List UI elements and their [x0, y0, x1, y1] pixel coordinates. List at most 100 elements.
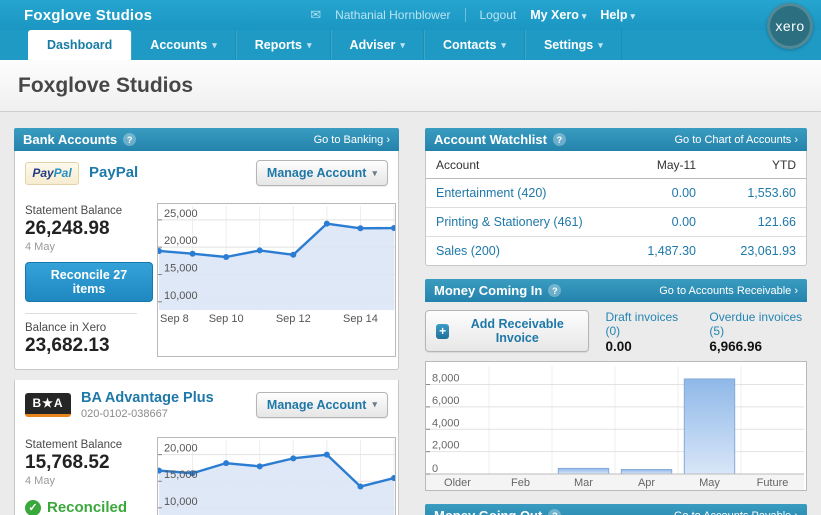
- svg-text:Sep 10: Sep 10: [209, 313, 244, 325]
- watchlist-ytd-value[interactable]: 1,553.60: [706, 179, 806, 208]
- svg-text:25,000: 25,000: [164, 208, 198, 220]
- svg-text:8,000: 8,000: [432, 373, 460, 385]
- bank-accounts-title: Bank Accounts: [23, 132, 117, 147]
- svg-text:May: May: [699, 477, 720, 489]
- reconciled-label: Reconciled: [47, 499, 127, 515]
- table-row: Sales (200) 1,487.30 23,061.93: [426, 237, 806, 266]
- watchlist-may-value[interactable]: 0.00: [611, 179, 706, 208]
- divider: [25, 313, 137, 314]
- table-row: Entertainment (420) 0.00 1,553.60: [426, 179, 806, 208]
- bank-accounts-panel-header: Bank Accounts ? Go to Banking ›: [14, 128, 399, 151]
- svg-text:Mar: Mar: [574, 477, 593, 489]
- go-to-accounts-receivable-link[interactable]: Go to Accounts Receivable ›: [659, 285, 798, 297]
- svg-text:Sep 14: Sep 14: [343, 313, 378, 325]
- paypal-account-link[interactable]: PayPal: [89, 164, 138, 181]
- svg-text:20,000: 20,000: [164, 235, 198, 247]
- manage-account-button[interactable]: Manage Account▾: [256, 160, 388, 186]
- paypal-card-body: Statement Balance 26,248.98 4 May Reconc…: [15, 195, 398, 369]
- svg-text:Older: Older: [444, 477, 471, 489]
- watchlist-account-link[interactable]: Entertainment (420): [426, 179, 611, 208]
- overdue-invoices-value: 6,966.96: [709, 339, 807, 354]
- overdue-invoices-stat: Overdue invoices (5) 6,966.96: [709, 310, 807, 354]
- watchlist-ytd-value[interactable]: 23,061.93: [706, 237, 806, 266]
- page-title: Foxglove Studios: [18, 74, 193, 98]
- tab-dashboard[interactable]: Dashboard: [28, 30, 131, 60]
- top-bar: Foxglove Studios ✉ Nathanial Hornblower …: [0, 0, 821, 30]
- svg-text:20,000: 20,000: [164, 443, 198, 455]
- money-coming-in-chart-svg: 02,0004,0006,0008,000OlderFebMarAprMayFu…: [426, 362, 804, 490]
- right-column: Account Watchlist ? Go to Chart of Accou…: [425, 128, 807, 515]
- svg-text:15,000: 15,000: [164, 469, 198, 481]
- watchlist-header-row: Account May-11 YTD: [426, 151, 806, 179]
- main-nav: Dashboard Accounts▾ Reports▾ Adviser▾ Co…: [0, 30, 821, 60]
- ba-account-link[interactable]: BA Advantage Plus: [81, 390, 214, 406]
- add-receivable-invoice-button[interactable]: + Add Receivable Invoice: [425, 310, 589, 352]
- help-menu[interactable]: Help▾: [600, 8, 635, 22]
- watchlist-may-value[interactable]: 1,487.30: [611, 237, 706, 266]
- reconciled-status: ✓ Reconciled: [25, 499, 153, 515]
- overdue-invoices-link[interactable]: Overdue invoices (5): [709, 310, 807, 338]
- reconcile-items-button[interactable]: Reconcile 27 items: [25, 262, 153, 302]
- money-coming-in-title: Money Coming In: [434, 283, 542, 298]
- svg-text:Sep 8: Sep 8: [160, 313, 189, 325]
- manage-account-button[interactable]: Manage Account▾: [256, 392, 388, 418]
- plus-icon: +: [436, 324, 449, 339]
- check-icon: ✓: [25, 500, 41, 515]
- chevron-down-icon: ▾: [212, 40, 217, 51]
- ba-account-card: B★A BA Advantage Plus 020-0102-038667 Ma…: [14, 380, 399, 515]
- watchlist-account-link[interactable]: Printing & Stationery (461): [426, 208, 611, 237]
- money-coming-in-chart: 02,0004,0006,0008,000OlderFebMarAprMayFu…: [425, 361, 807, 491]
- draft-invoices-value: 0.00: [605, 339, 685, 354]
- top-bar-right: ✉ Nathanial Hornblower Logout My Xero▾ H…: [310, 7, 805, 23]
- money-going-out-title: Money Going Out: [434, 508, 542, 515]
- chevron-down-icon: ▾: [501, 40, 506, 51]
- chevron-down-icon: ▾: [598, 40, 603, 51]
- go-to-accounts-payable-link[interactable]: Go to Accounts Payable ›: [674, 510, 798, 515]
- svg-text:10,000: 10,000: [164, 290, 198, 302]
- watchlist-may-value[interactable]: 0.00: [611, 208, 706, 237]
- ba-bank-logo: B★A: [25, 393, 71, 417]
- draft-invoices-link[interactable]: Draft invoices (0): [605, 310, 685, 338]
- go-to-chart-of-accounts-link[interactable]: Go to Chart of Accounts ›: [674, 134, 798, 146]
- account-watchlist-table: Account May-11 YTD Entertainment (420) 0…: [426, 151, 806, 265]
- help-icon[interactable]: ?: [553, 133, 566, 146]
- svg-text:0: 0: [432, 463, 438, 475]
- help-icon[interactable]: ?: [548, 284, 561, 297]
- logout-link[interactable]: Logout: [480, 8, 517, 22]
- svg-text:Sep 12: Sep 12: [276, 313, 311, 325]
- svg-text:Future: Future: [757, 477, 789, 489]
- envelope-icon[interactable]: ✉: [310, 7, 321, 23]
- account-watchlist-title: Account Watchlist: [434, 132, 547, 147]
- help-icon[interactable]: ?: [123, 133, 136, 146]
- go-to-banking-link[interactable]: Go to Banking ›: [314, 134, 390, 146]
- statement-balance-date: 4 May: [25, 475, 153, 487]
- xero-logo[interactable]: xero: [767, 3, 813, 49]
- ba-card-top: B★A BA Advantage Plus 020-0102-038667 Ma…: [15, 380, 398, 429]
- svg-text:Apr: Apr: [638, 477, 655, 489]
- col-account: Account: [426, 151, 611, 179]
- ba-balance-chart: 5,00010,00015,00020,000Sep 8Sep 10Sep 12…: [157, 437, 396, 515]
- col-may: May-11: [611, 151, 706, 179]
- ba-account-number: 020-0102-038667: [81, 408, 214, 420]
- balance-in-xero-value: 23,682.13: [25, 335, 153, 357]
- ba-stats: Statement Balance 15,768.52 4 May ✓ Reco…: [25, 437, 153, 515]
- my-xero-menu[interactable]: My Xero▾: [530, 8, 586, 22]
- tab-accounts[interactable]: Accounts▾: [131, 30, 235, 60]
- account-watchlist-panel-header: Account Watchlist ? Go to Chart of Accou…: [425, 128, 807, 151]
- watchlist-account-link[interactable]: Sales (200): [426, 237, 611, 266]
- svg-text:2,000: 2,000: [432, 440, 460, 452]
- tab-settings[interactable]: Settings▾: [525, 30, 622, 60]
- watchlist-ytd-value[interactable]: 121.66: [706, 208, 806, 237]
- user-name-link[interactable]: Nathanial Hornblower: [335, 8, 450, 22]
- draft-invoices-stat: Draft invoices (0) 0.00: [605, 310, 685, 354]
- receivable-invoice-row: + Add Receivable Invoice Draft invoices …: [425, 310, 807, 354]
- paypal-card-top: PayPal PayPal Manage Account▾: [15, 151, 398, 195]
- tab-adviser[interactable]: Adviser▾: [331, 30, 424, 60]
- money-coming-in-panel-header: Money Coming In ? Go to Accounts Receiva…: [425, 279, 807, 302]
- paypal-balance-chart: 10,00015,00020,00025,000Sep 8Sep 10Sep 1…: [157, 203, 396, 357]
- tab-reports[interactable]: Reports▾: [236, 30, 331, 60]
- svg-text:Feb: Feb: [511, 477, 530, 489]
- tab-contacts[interactable]: Contacts▾: [424, 30, 525, 60]
- table-row: Printing & Stationery (461) 0.00 121.66: [426, 208, 806, 237]
- help-icon[interactable]: ?: [548, 509, 561, 515]
